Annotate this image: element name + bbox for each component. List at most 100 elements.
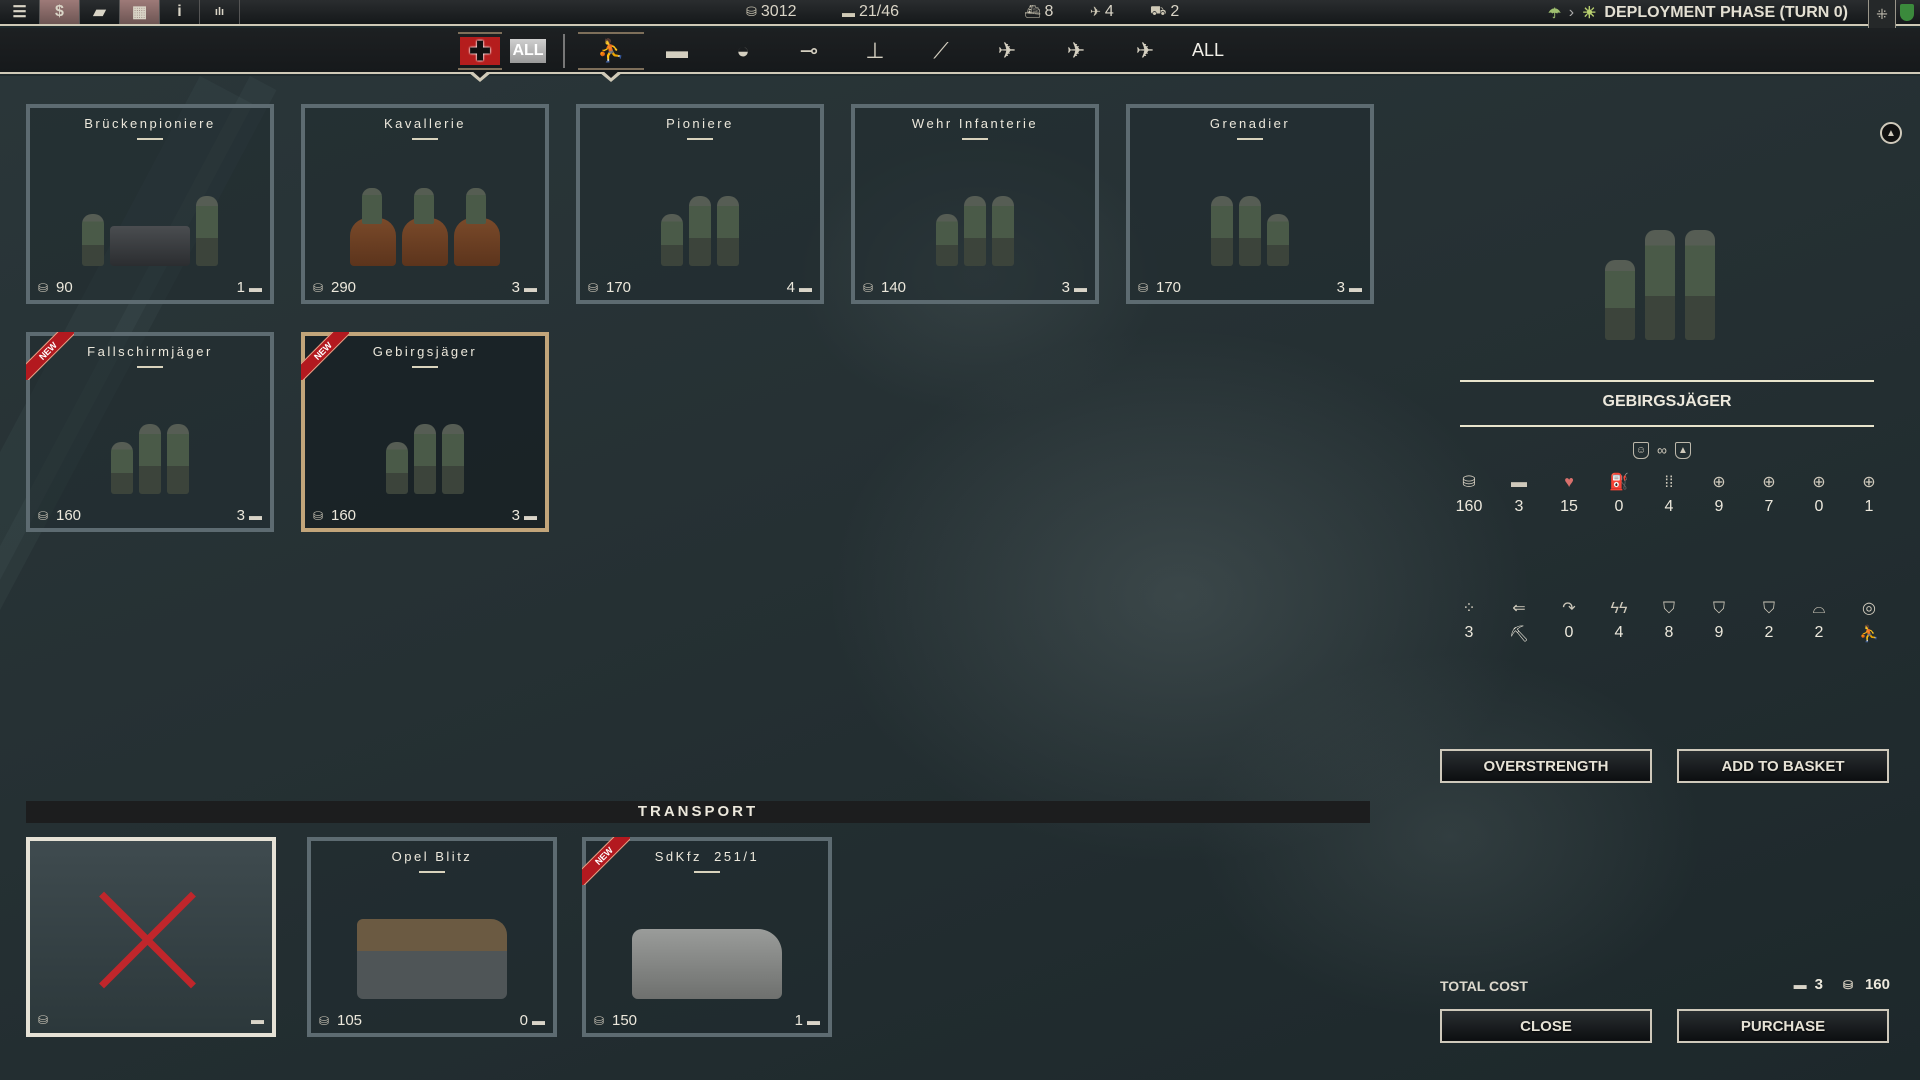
soft-attack-icon: ⊕ — [1712, 474, 1726, 491]
collapse-icon: ⁜ — [1876, 6, 1888, 22]
phase-indicator: ☂ › ☀ DEPLOYMENT PHASE (TURN 0) — [1548, 3, 1848, 23]
top-bar: ☰ $ ▰ ▦ i ılı ⛁ 3012 ▬ 21/46 ⛴ 8 ✈ 4 ⛟ 2 ☂ › … — [0, 0, 1920, 30]
stat-vision: ⌓ 2 — [1794, 598, 1844, 644]
health-icon: ♥ — [1564, 474, 1574, 491]
stat-ground-defense: ⛉ 8 — [1644, 598, 1694, 644]
chevron-right-icon: › — [1568, 4, 1575, 21]
category-anti-air[interactable]: ⊥ — [848, 36, 902, 66]
category-caret-icon — [599, 70, 623, 82]
unit-preview-image — [1540, 180, 1780, 340]
plane-icon: ✈ — [1090, 4, 1101, 19]
tank-icon: ▬ — [249, 280, 262, 295]
stats-button[interactable]: ılı — [200, 0, 240, 24]
hard-attack-icon: ⊕ — [1762, 474, 1776, 491]
unit-cost: ⛁ 170 — [588, 279, 632, 296]
triangle-up-icon: ▲ — [1886, 127, 1896, 139]
tank-icon: ▬ — [1074, 280, 1087, 295]
infantry-icon: ⛹ — [597, 38, 625, 63]
overstrength-button[interactable]: OVERSTRENGTH — [1440, 749, 1652, 783]
add-to-basket-button[interactable]: ADD TO BASKET — [1677, 749, 1889, 783]
unit-card[interactable]: Wehr Infanterie ⛁ 140 3 ▬ — [851, 104, 1099, 304]
transport-name: SdKfz 251/1 — [654, 849, 760, 864]
unit-portrait — [70, 166, 230, 266]
transport-header: TRANSPORT — [26, 801, 1370, 823]
dollar-icon: $ — [55, 3, 64, 20]
category-fighter[interactable]: ✈ — [980, 36, 1034, 66]
unit-name: Grenadier — [1209, 116, 1291, 131]
unit-cost: ⛁ 170 — [1138, 279, 1182, 296]
purchase-button[interactable]: PURCHASE — [1677, 1009, 1889, 1043]
stat-fuel: ⛽ 0 — [1594, 472, 1644, 516]
tank-icon: ▬ — [251, 1012, 264, 1027]
rail-counter: ⛟ 2 — [1150, 3, 1180, 20]
nation-all-button[interactable]: ALL — [510, 39, 546, 63]
divider — [1460, 380, 1874, 382]
movement-type-icon: ⇐ — [1512, 600, 1526, 617]
unit-card[interactable]: NEW Fallschirmjäger ⛁ 160 3 ▬ — [26, 332, 274, 532]
transport-card-none[interactable]: ⛁ ▬ — [26, 837, 276, 1037]
unit-portrait — [345, 394, 505, 494]
collapse-button[interactable]: ⁜ — [1868, 0, 1896, 30]
tank-icon: ▬ — [807, 1013, 820, 1028]
trait-commander-icon: ☺ — [1633, 442, 1649, 459]
purchase-tab-button[interactable]: $ — [40, 0, 80, 24]
coins-icon: ⛁ — [863, 280, 874, 295]
unit-card[interactable]: Pioniere ⛁ 170 4 ▬ — [576, 104, 824, 304]
air-counter: ✈ 4 — [1090, 3, 1114, 20]
stats-row-secondary: ⁘ 3 ⇐ ⛏ ↷ 0 ϟϟ 4 ⛉ 8 ⛉ 9 ⛉ 2 ⌓ 2 ◎ ⛹ — [1444, 598, 1894, 644]
scroll-up-button[interactable]: ▲ — [1880, 122, 1902, 144]
recon-vehicle-icon: ◒ — [736, 38, 750, 63]
binoculars-icon: ⌓ — [1812, 600, 1826, 617]
divider — [1460, 425, 1874, 427]
title-underline — [137, 138, 163, 140]
category-infantry[interactable]: ⛹ — [584, 36, 638, 66]
chat-button[interactable]: ▰ — [80, 0, 120, 24]
unit-name: Kavallerie — [383, 116, 467, 131]
unit-name: Pioniere — [666, 116, 734, 131]
pickaxe-icon: ⛏ — [1508, 626, 1530, 643]
menu-button[interactable]: ☰ — [0, 0, 40, 24]
transport-cost: ⛁ 150 — [594, 1012, 638, 1029]
unit-portrait — [1170, 166, 1330, 266]
faction-shield-icon — [1900, 4, 1914, 21]
movement-icon: ⁘ — [1462, 600, 1476, 617]
tank-icon: ▬ — [799, 280, 812, 295]
core-slots-counter: ▬ 21/46 — [842, 3, 900, 20]
transport-slots: 1 ▬ — [794, 1012, 820, 1029]
title-underline — [962, 138, 988, 140]
unit-card[interactable]: Kavallerie ⛁ 290 3 ▬ — [301, 104, 549, 304]
stat-cost: ⛁ 160 — [1444, 472, 1494, 516]
coins-icon: ⛁ — [38, 508, 49, 523]
category-artillery[interactable]: ⟋ — [914, 36, 968, 66]
unit-slots: 3 ▬ — [236, 507, 262, 524]
tank-icon: ▬ — [666, 38, 688, 63]
close-button[interactable]: CLOSE — [1440, 1009, 1652, 1043]
menu-icon: ☰ — [12, 4, 27, 21]
transport-card[interactable]: Opel Blitz ⛁ 105 0 ▬ — [307, 837, 557, 1037]
total-cost-label: TOTAL COST — [1440, 978, 1528, 994]
fighter-icon: ✈ — [997, 38, 1017, 63]
trait-mountain-icon: ▲ — [1674, 442, 1691, 459]
category-recon[interactable]: ◒ — [716, 36, 770, 66]
category-strategic-bomber[interactable]: ✈ — [1110, 36, 1180, 66]
category-tactical-bomber[interactable]: ✈ — [1046, 36, 1106, 66]
chat-icon: ▰ — [93, 4, 106, 21]
filter-bar: ✚ ALL ⛹ ▬ ◒ ⊸ ⊥ ⟋ ✈ ✈ ✈ ALL — [0, 28, 1920, 74]
nation-flag-germany[interactable]: ✚ — [460, 36, 500, 66]
unit-card[interactable]: Grenadier ⛁ 170 3 ▬ — [1126, 104, 1374, 304]
grid-icon: ▦ — [131, 4, 148, 21]
divider — [563, 34, 565, 68]
no-transport-x-icon — [92, 885, 202, 995]
transport-card[interactable]: NEW SdKfz 251/1 ⛁ 150 1 ▬ — [582, 837, 832, 1037]
coins-icon: ⛁ — [746, 4, 757, 19]
spotting-icon: ↷ — [1562, 600, 1576, 617]
unit-slots: ▬ — [251, 1011, 264, 1029]
category-all-button[interactable]: ALL — [1192, 40, 1224, 61]
info-button[interactable]: i — [160, 0, 200, 24]
category-anti-tank[interactable]: ⊸ — [782, 36, 836, 66]
unit-card-selected[interactable]: NEW Gebirgsjäger ⛁ 160 3 ▬ — [301, 332, 549, 532]
unit-list-button[interactable]: ▦ — [120, 0, 160, 24]
stat-naval-attack: ⊕ 1 — [1844, 472, 1894, 516]
unit-card[interactable]: Brückenpioniere ⛁ 90 1 ▬ — [26, 104, 274, 304]
category-tank[interactable]: ▬ — [650, 36, 704, 66]
